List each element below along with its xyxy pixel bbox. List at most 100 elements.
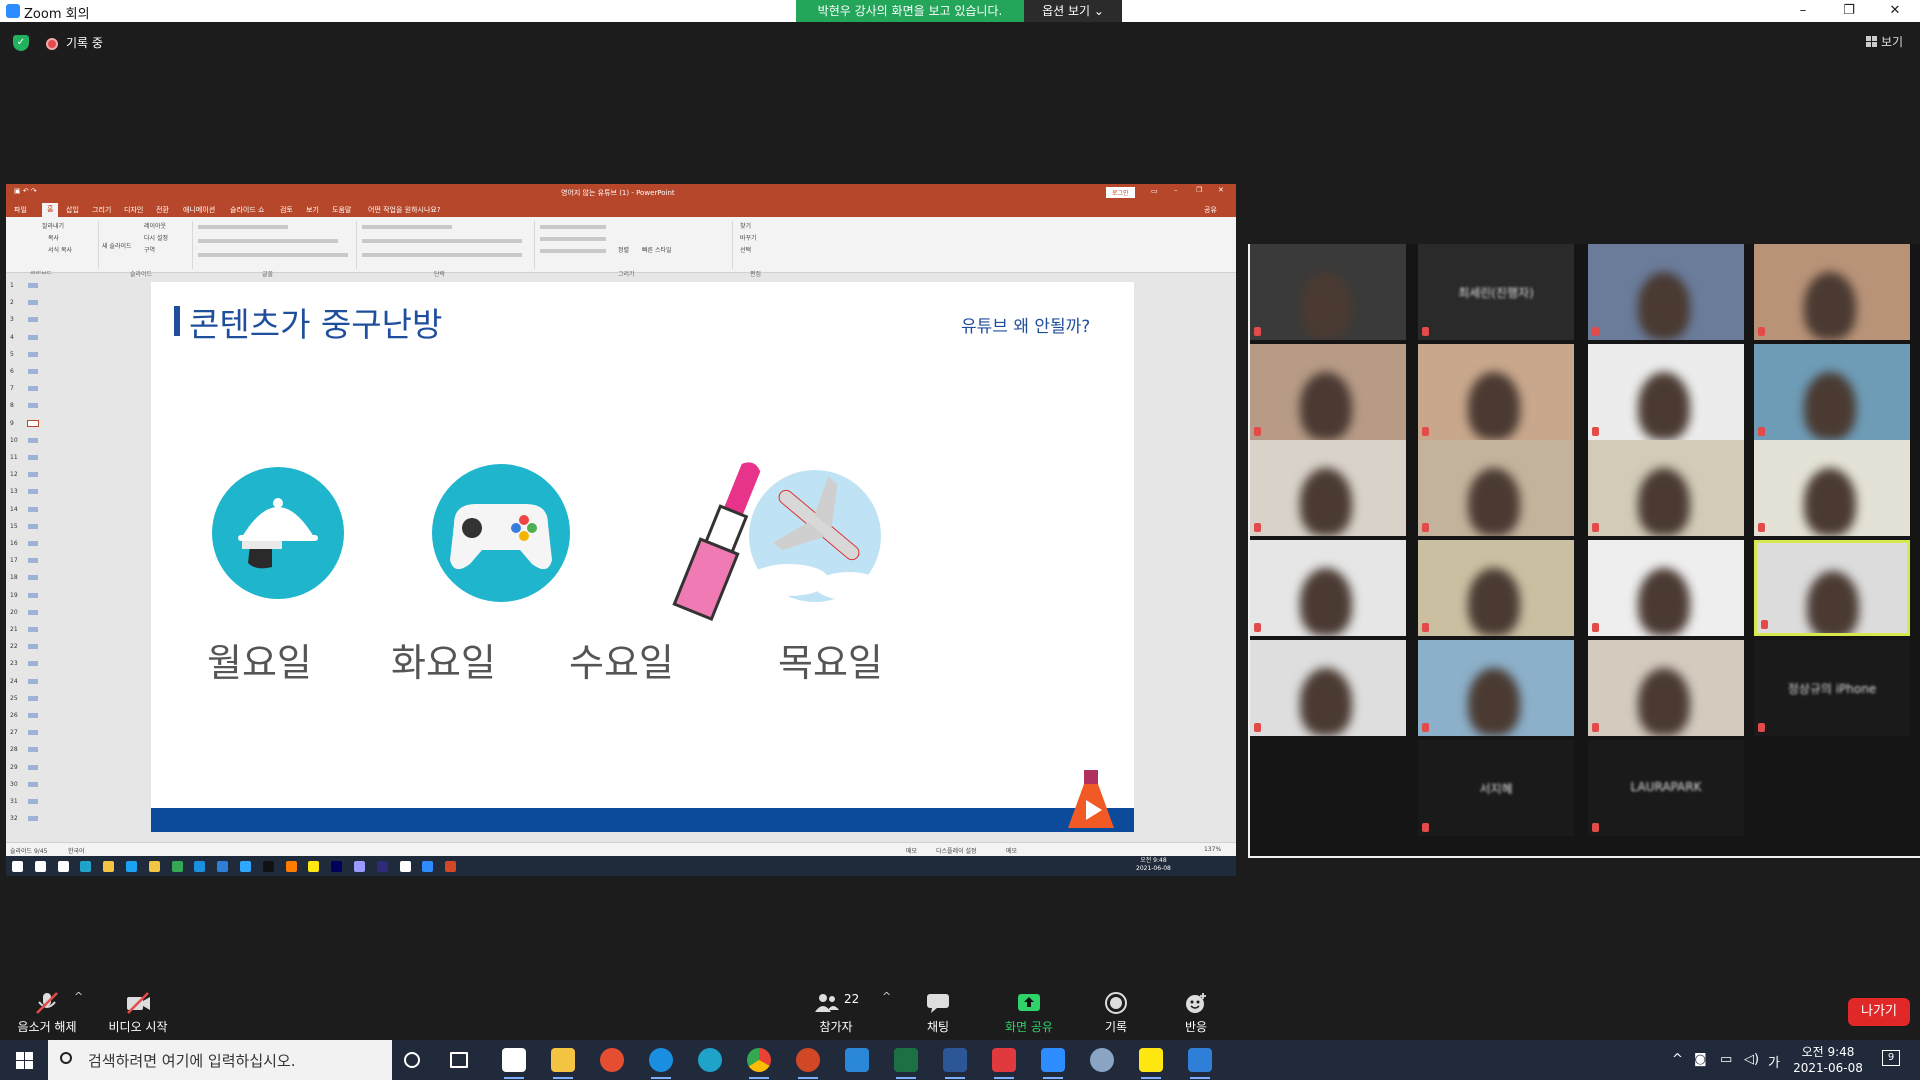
taskbar-clock[interactable]: 오전 9:48 2021-06-08 — [1790, 1044, 1866, 1076]
slide-thumbnail[interactable]: 31 — [10, 798, 38, 805]
slide-canvas[interactable]: 콘텐츠가 중구난방 유튜브 왜 안될까? 월요일 화요일 수요일 목요일 — [151, 282, 1134, 832]
participant-video-tile[interactable] — [1250, 440, 1406, 536]
view-button[interactable]: 보기 — [1866, 33, 1903, 50]
participant-video-tile[interactable] — [1588, 640, 1744, 736]
edge-icon[interactable] — [698, 1048, 722, 1072]
tab-animations[interactable]: 애니메이션 — [183, 205, 215, 215]
ime-indicator[interactable]: 가 — [1768, 1052, 1780, 1071]
file-explorer-icon[interactable] — [551, 1048, 575, 1079]
chat-button[interactable]: 채팅 — [908, 978, 968, 1035]
slide-thumbnail[interactable]: 20 — [10, 609, 38, 616]
slide-thumbnail[interactable]: 2 — [10, 299, 38, 306]
language-indicator[interactable]: 한국어 — [68, 846, 85, 855]
participant-video-tile[interactable] — [1588, 440, 1744, 536]
format-painter-button[interactable]: 서식 복사 — [48, 245, 72, 254]
slide-thumbnail[interactable]: 16 — [10, 540, 38, 547]
participant-video-tile[interactable]: 정상규의 iPhone — [1754, 640, 1910, 736]
record-button[interactable]: 기록 — [1088, 978, 1144, 1035]
tab-review[interactable]: 검토 — [280, 205, 293, 215]
slide-thumbnail[interactable]: 8 — [10, 402, 38, 409]
tab-home[interactable]: 홈 — [42, 203, 59, 217]
section-button[interactable]: 구역 — [144, 245, 155, 254]
participant-video-tile[interactable] — [1418, 540, 1574, 636]
slide-thumbnail[interactable]: 28 — [10, 746, 38, 753]
cortana-icon[interactable] — [404, 1052, 420, 1068]
zoom-taskbar-icon[interactable] — [502, 1048, 526, 1079]
copy-button[interactable]: 복사 — [48, 233, 59, 242]
tab-draw[interactable]: 그리기 — [92, 205, 111, 215]
ribbon-display-icon[interactable]: ▭ — [1151, 187, 1158, 195]
slide-thumbnail[interactable]: 15 — [10, 523, 38, 530]
zoom-app-icon-2[interactable] — [1041, 1048, 1065, 1079]
windows-start-icon[interactable] — [0, 1040, 48, 1080]
select-button[interactable]: 선택 — [740, 245, 751, 254]
slide-thumbnail[interactable]: 22 — [10, 643, 38, 650]
tab-file[interactable]: 파일 — [14, 205, 27, 215]
slide-thumbnail[interactable]: 4 — [10, 334, 38, 341]
participant-video-tile[interactable] — [1588, 244, 1744, 340]
participant-video-tile[interactable] — [1250, 244, 1406, 340]
task-view-icon[interactable] — [450, 1052, 468, 1068]
participant-video-tile[interactable] — [1754, 344, 1910, 440]
participants-chevron-icon[interactable]: ^ — [882, 990, 891, 1003]
audio-options-chevron-icon[interactable]: ^ — [74, 990, 83, 1003]
participant-video-tile[interactable] — [1754, 244, 1910, 340]
tray-chevron-icon[interactable]: ^ — [1672, 1052, 1683, 1067]
slide-thumbnail[interactable]: 6 — [10, 368, 38, 375]
pp-maximize-button[interactable]: ❐ — [1196, 186, 1202, 194]
taskbar-search-input[interactable]: 검색하려면 여기에 입력하십시오. — [48, 1040, 392, 1080]
paint-icon[interactable] — [1090, 1048, 1114, 1072]
slide-thumbnail[interactable]: 18 — [10, 574, 38, 581]
slide-thumbnail[interactable]: 9 — [10, 419, 39, 427]
tab-help[interactable]: 도움말 — [332, 205, 351, 215]
mute-button[interactable]: 음소거 해제 — [12, 978, 82, 1035]
leave-meeting-button[interactable]: 나가기 — [1848, 998, 1910, 1026]
participant-video-tile[interactable]: 최세린(진행자) — [1418, 244, 1574, 340]
tab-insert[interactable]: 삽입 — [66, 205, 79, 215]
slide-thumbnail[interactable]: 11 — [10, 454, 38, 461]
slide-thumbnail[interactable]: 1 — [10, 282, 38, 289]
slide-thumbnail[interactable]: 17 — [10, 557, 38, 564]
slide-thumbnail[interactable]: 24 — [10, 678, 38, 685]
minimize-button[interactable]: – — [1780, 1, 1826, 21]
network-icon[interactable]: ▭ — [1720, 1052, 1732, 1067]
slide-thumbnail[interactable]: 25 — [10, 695, 38, 702]
slide-thumbnail[interactable]: 27 — [10, 729, 38, 736]
slide-thumbnails-pane[interactable]: 1 2 3 4 5 6 7 8 9 10 11 12 13 14 15 16 17 18 19 20 21 22 23 24 2… — [6, 274, 52, 836]
xmind-icon[interactable] — [992, 1048, 1016, 1079]
reactions-button[interactable]: 반응 — [1168, 978, 1224, 1035]
participant-video-tile[interactable] — [1418, 344, 1574, 440]
slide-thumbnail[interactable]: 7 — [10, 385, 38, 392]
layout-button[interactable]: 레이아웃 — [144, 221, 166, 230]
cut-button[interactable]: 잘라내기 — [42, 221, 64, 230]
participant-video-tile[interactable]: LAURAPARK — [1588, 740, 1744, 836]
comments-toggle[interactable]: 메모 — [1006, 846, 1017, 855]
save-icon[interactable]: ▣ ↶ ↷ — [14, 187, 37, 195]
slide-thumbnail[interactable]: 13 — [10, 488, 38, 495]
slide-thumbnail[interactable]: 21 — [10, 626, 38, 633]
powerpoint-icon[interactable] — [796, 1048, 820, 1079]
app-pen-icon[interactable] — [600, 1048, 624, 1072]
share-screen-button[interactable]: 화면 공유 — [994, 978, 1064, 1035]
participant-video-tile[interactable] — [1418, 440, 1574, 536]
slide-thumbnail[interactable]: 26 — [10, 712, 38, 719]
replace-button[interactable]: 바꾸기 — [740, 233, 757, 242]
tab-slideshow[interactable]: 슬라이드 쇼 — [230, 205, 264, 215]
kakaotalk-icon[interactable] — [1139, 1048, 1163, 1079]
meet-now-icon[interactable]: ◙ — [1694, 1052, 1707, 1067]
participant-video-tile[interactable] — [1754, 540, 1910, 636]
tab-design[interactable]: 디자인 — [124, 205, 143, 215]
slide-thumbnail[interactable]: 12 — [10, 471, 38, 478]
photos-icon[interactable] — [1188, 1048, 1212, 1079]
chrome-icon[interactable] — [747, 1048, 771, 1079]
arrange-button[interactable]: 정렬 — [618, 245, 629, 254]
slide-thumbnail[interactable]: 10 — [10, 437, 38, 444]
slide-thumbnail[interactable]: 29 — [10, 764, 38, 771]
start-video-button[interactable]: 비디오 시작 — [102, 978, 174, 1035]
participant-video-tile[interactable] — [1250, 344, 1406, 440]
view-options-button[interactable]: 옵션 보기 ⌄ — [1024, 0, 1122, 22]
slide-thumbnail[interactable]: 3 — [10, 316, 38, 323]
pp-minimize-button[interactable]: – — [1174, 186, 1178, 194]
participants-button[interactable]: 22 참가자 — [806, 978, 866, 1035]
tab-view[interactable]: 보기 — [306, 205, 319, 215]
